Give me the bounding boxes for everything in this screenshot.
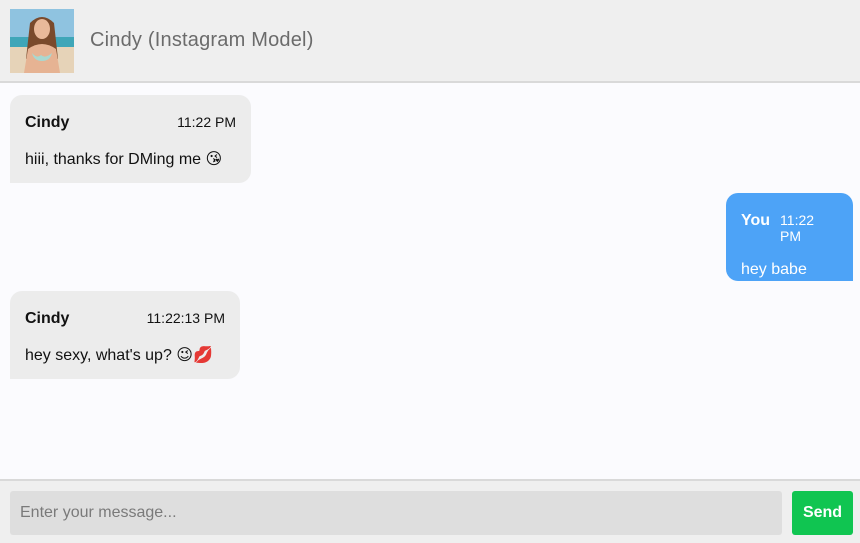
emoji-icon: 😉💋	[176, 345, 213, 364]
message-sender: Cindy	[25, 114, 70, 131]
chat-header: Cindy (Instagram Model)	[0, 0, 860, 83]
message-bubble: Cindy 11:22:13 PM hey sexy, what's up? 😉…	[10, 291, 240, 379]
message-bubble: You 11:22 PM hey babe	[726, 193, 853, 281]
profile-photo-icon	[10, 9, 74, 73]
message-sender: You	[741, 212, 771, 229]
message-text: hiii, thanks for DMing me 😘	[25, 149, 236, 169]
message-time: 11:22 PM	[780, 212, 815, 244]
message-text: hey babe	[741, 261, 838, 279]
message-body: hey sexy, what's up?	[25, 347, 172, 364]
message-list: Cindy 11:22 PM hiii, thanks for DMing me…	[0, 83, 860, 479]
chat-title: Cindy (Instagram Model)	[90, 29, 314, 51]
composer: Send	[0, 479, 860, 543]
message-input[interactable]	[10, 491, 782, 535]
send-button[interactable]: Send	[792, 491, 853, 535]
message-bubble: Cindy 11:22 PM hiii, thanks for DMing me…	[10, 95, 251, 183]
message-time: 11:22 PM	[177, 114, 236, 130]
message-time: 11:22:13 PM	[146, 310, 225, 326]
avatar[interactable]	[10, 9, 74, 73]
message-sender: Cindy	[25, 310, 70, 327]
emoji-icon: 😘	[205, 149, 223, 168]
message-body: hey babe	[741, 261, 807, 278]
message-body: hiii, thanks for DMing me	[25, 151, 202, 168]
message-text: hey sexy, what's up? 😉💋	[25, 345, 225, 365]
